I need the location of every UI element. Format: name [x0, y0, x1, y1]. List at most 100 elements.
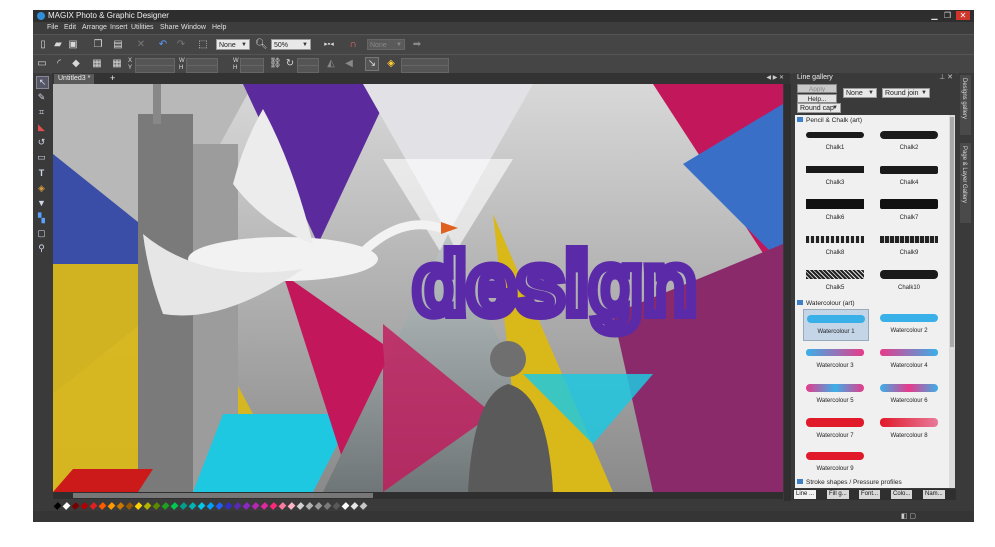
section-watercolour[interactable]: Watercolour (art) [797, 300, 855, 307]
new-document-icon[interactable]: ▯ [37, 39, 49, 51]
colour-swatch[interactable] [125, 502, 134, 510]
name-field-2[interactable] [401, 65, 449, 73]
list-item[interactable]: Watercolour 4 [877, 344, 941, 374]
list-item[interactable]: Chalk9 [877, 231, 941, 261]
gallery-scroll-thumb[interactable] [950, 117, 954, 347]
colour-swatch[interactable] [242, 502, 251, 510]
tab-page-layer-gallery[interactable]: Page & Layer Gallery [960, 143, 971, 223]
list-item-selected[interactable]: Watercolour 1 [803, 309, 869, 341]
open-folder-icon[interactable]: ▰ [52, 39, 64, 51]
list-item[interactable]: Chalk6 [803, 196, 867, 226]
help-button[interactable]: Help... [797, 94, 837, 103]
colour-swatch[interactable] [188, 502, 197, 510]
h-field[interactable] [186, 65, 218, 73]
zoom-tool-icon[interactable]: ⚲ [36, 243, 47, 254]
fill-select[interactable]: None ▼ [216, 39, 250, 50]
join-select[interactable]: Round join ▼ [882, 88, 930, 98]
colour-swatch[interactable] [260, 502, 269, 510]
paste-icon[interactable]: ▤ [112, 39, 124, 51]
list-item[interactable]: Watercolour 8 [877, 414, 941, 444]
close-icon[interactable]: ✕ [956, 11, 970, 20]
colour-swatch[interactable] [305, 502, 314, 510]
colour-swatch[interactable] [53, 502, 62, 510]
menu-arrange[interactable]: Arrange [82, 24, 107, 31]
colour-swatch[interactable] [179, 502, 188, 510]
zoom-select[interactable]: 50% ▼ [271, 39, 311, 50]
section-stroke-shapes[interactable]: Stroke shapes / Pressure profiles [797, 479, 902, 486]
list-item[interactable]: Chalk7 [877, 196, 941, 226]
transform-icon[interactable]: ⬚ [197, 39, 209, 51]
menu-utilities[interactable]: Utilities [131, 24, 154, 31]
flip-v-icon[interactable]: ◀ [343, 58, 355, 70]
menu-edit[interactable]: Edit [64, 24, 76, 31]
tab-line-gallery[interactable]: Line ... [794, 490, 817, 499]
colour-swatch[interactable] [62, 502, 71, 510]
colour-swatch[interactable] [170, 502, 179, 510]
colour-swatch[interactable] [107, 502, 116, 510]
transparency-tool-icon[interactable]: ▼ [36, 198, 47, 209]
flip-h-icon[interactable]: ◭ [325, 58, 337, 70]
text-tool-icon[interactable]: T [36, 168, 47, 179]
copy-icon[interactable]: ❐ [92, 39, 104, 51]
y-field[interactable] [135, 65, 175, 73]
zoom-fit-icon[interactable]: ▸▪◂ [319, 39, 339, 51]
h-scroll-thumb[interactable] [73, 493, 373, 498]
colour-swatch[interactable] [206, 502, 215, 510]
colour-swatch[interactable] [251, 502, 260, 510]
delete-icon[interactable]: ✕ [135, 39, 147, 51]
menu-window[interactable]: Window [181, 24, 206, 31]
tab-name-gallery[interactable]: Nam... [923, 490, 945, 499]
curve-icon[interactable]: ◜ [53, 58, 65, 70]
skew-field[interactable] [297, 65, 319, 73]
gallery-scrollbar[interactable] [949, 115, 955, 488]
menu-file[interactable]: File [47, 24, 58, 31]
colour-swatch[interactable] [359, 502, 368, 510]
arrow-right-icon[interactable]: ➡ [411, 39, 423, 51]
h-field-2[interactable] [240, 65, 264, 73]
colour-swatch[interactable] [215, 502, 224, 510]
shadow-tool-icon[interactable]: ▚ [36, 213, 47, 224]
eraser-tool-icon[interactable]: ◣ [36, 122, 47, 133]
colour-swatch[interactable] [224, 502, 233, 510]
list-item[interactable]: Watercolour 2 [877, 309, 941, 339]
selector-tool-icon[interactable]: ↖ [36, 76, 49, 89]
minimize-icon[interactable]: ▁ [929, 11, 940, 20]
tag-icon[interactable]: ◈ [385, 58, 397, 70]
colour-swatch[interactable] [296, 502, 305, 510]
list-item[interactable]: Chalk4 [877, 161, 941, 191]
mould-tool-icon[interactable]: ▢ [36, 228, 47, 239]
tab-designs-gallery[interactable]: Designs gallery [960, 75, 971, 135]
add-tab-button[interactable]: + [110, 73, 115, 83]
list-item[interactable]: Watercolour 7 [803, 414, 867, 444]
zoom-icon[interactable]: 🔍︎ [255, 39, 268, 51]
status-icons[interactable]: ◧ ▢ [901, 512, 916, 520]
gallery-list[interactable]: Pencil & Chalk (art) Chalk1 Chalk2 Chalk… [795, 115, 949, 488]
undo-icon[interactable]: ↶ [157, 39, 169, 51]
list-item[interactable]: Chalk10 [877, 266, 941, 296]
colour-swatch[interactable] [152, 502, 161, 510]
colour-swatch[interactable] [287, 502, 296, 510]
grid-icon[interactable]: ▦ [111, 58, 123, 70]
crop-tool-icon[interactable]: ⌗ [36, 107, 47, 118]
list-item[interactable]: Watercolour 9 [803, 447, 867, 477]
list-item[interactable]: Chalk2 [877, 126, 941, 156]
redo-icon[interactable]: ↷ [175, 39, 187, 51]
horizontal-scrollbar[interactable] [53, 492, 783, 499]
colour-swatch[interactable] [350, 502, 359, 510]
list-item[interactable]: Chalk5 [803, 266, 867, 296]
fill-tool-icon-2[interactable]: ◈ [36, 183, 47, 194]
shape-rect-icon[interactable]: ▭ [36, 58, 48, 70]
colour-swatch[interactable] [89, 502, 98, 510]
colour-swatch[interactable] [161, 502, 170, 510]
scale-lines-icon[interactable]: ↘ [365, 57, 379, 71]
maximize-icon[interactable]: ❐ [942, 11, 953, 20]
rectangle-tool-icon[interactable]: ▭ [36, 152, 47, 163]
tab-fill-gallery[interactable]: Fill g... [827, 490, 849, 499]
colour-swatch[interactable] [269, 502, 278, 510]
colour-swatch[interactable] [134, 502, 143, 510]
colour-swatch[interactable] [314, 502, 323, 510]
menu-insert[interactable]: Insert [110, 24, 128, 31]
menu-share[interactable]: Share [160, 24, 179, 31]
gallery-pin-icon[interactable]: ⊥ ✕ [939, 73, 953, 81]
colour-swatch[interactable] [332, 502, 341, 510]
